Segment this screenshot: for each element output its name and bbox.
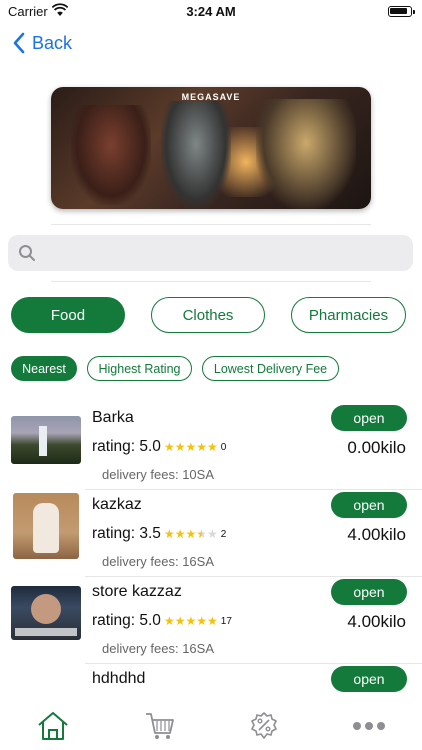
status-bar: Carrier 3:24 AM (0, 0, 422, 24)
rating-stars: ★ ★ ★ ★ ★ (164, 441, 218, 453)
rating-text: rating: 5.0 (92, 438, 161, 455)
sort-nearest[interactable]: Nearest (11, 356, 77, 381)
category-clothes[interactable]: Clothes (151, 297, 265, 333)
open-status-button[interactable]: open (331, 666, 407, 692)
search-icon (19, 245, 35, 261)
delivery-fees: delivery fees: 10SA (102, 467, 215, 482)
home-icon (38, 712, 68, 740)
banner-figure (161, 101, 231, 209)
sort-label: Nearest (22, 361, 66, 376)
open-status-button[interactable]: open (331, 405, 407, 431)
store-thumbnail (11, 586, 81, 640)
star-empty-icon: ★ (207, 527, 218, 541)
star-half-icon: ★ (196, 527, 207, 541)
clock: 3:24 AM (186, 4, 236, 19)
discount-icon (251, 712, 277, 739)
store-thumbnail (11, 416, 81, 464)
tab-home[interactable] (33, 710, 73, 742)
banner-figure (256, 99, 356, 209)
star-icon: ★ (174, 527, 186, 541)
store-distance: 0.00kilo (347, 438, 406, 457)
search-input[interactable] (44, 244, 404, 262)
star-icon: ★ (174, 614, 186, 628)
store-name: hdhdhd (92, 670, 146, 687)
store-rating: rating: 5.0 ★ ★ ★ ★ ★ 17 (92, 612, 232, 630)
store-distance: 4.00kilo (347, 612, 406, 631)
banner-logo: MEGASAVE (181, 92, 241, 102)
store-row[interactable]: kazkaz rating: 3.5 ★ ★ ★ ★ ★ 2 delivery fees… (0, 490, 422, 577)
store-distance: 4.00kilo (347, 525, 406, 544)
divider (51, 281, 371, 282)
star-icon: ★ (185, 527, 197, 541)
store-row[interactable]: store kazzaz rating: 5.0 ★ ★ ★ ★ ★ 17 delive… (0, 577, 422, 664)
star-icon: ★ (185, 614, 197, 628)
tab-bar (0, 700, 422, 750)
delivery-fees: delivery fees: 16SA (102, 554, 215, 569)
rating-text: rating: 3.5 (92, 525, 161, 542)
more-icon (353, 722, 385, 730)
category-food[interactable]: Food (11, 297, 125, 333)
tab-more[interactable] (349, 710, 389, 742)
review-count: 2 (220, 528, 227, 540)
chevron-left-icon (13, 32, 25, 54)
back-button[interactable]: Back (12, 32, 72, 54)
open-status-button[interactable]: open (331, 579, 407, 605)
divider (51, 224, 371, 225)
category-pharmacies[interactable]: Pharmacies (291, 297, 406, 333)
rating-stars: ★ ★ ★ ★ ★ (164, 528, 218, 540)
category-label: Clothes (182, 306, 234, 324)
cart-icon (146, 713, 174, 739)
store-row[interactable]: hdhdhd open (0, 664, 422, 700)
sort-highest-rating[interactable]: Highest Rating (87, 356, 192, 381)
search-bar[interactable] (8, 235, 413, 271)
store-name: store kazzaz (92, 583, 182, 600)
star-icon: ★ (174, 440, 186, 454)
review-count: 0 (220, 441, 227, 453)
star-icon: ★ (196, 440, 207, 454)
review-count: 17 (220, 615, 232, 627)
star-icon: ★ (163, 614, 175, 628)
back-label: Back (32, 32, 73, 53)
sort-lowest-delivery-fee[interactable]: Lowest Delivery Fee (202, 356, 339, 381)
store-thumbnail (13, 493, 79, 559)
tab-cart[interactable] (140, 710, 180, 742)
promo-banner[interactable]: MEGASAVE (51, 87, 371, 209)
sort-label: Highest Rating (98, 361, 181, 376)
star-icon: ★ (207, 614, 218, 628)
category-label: Pharmacies (308, 306, 389, 324)
open-status-button[interactable]: open (331, 492, 407, 518)
store-rating: rating: 5.0 ★ ★ ★ ★ ★ 0 (92, 438, 226, 456)
delivery-fees: delivery fees: 16SA (102, 641, 215, 656)
rating-text: rating: 5.0 (92, 612, 161, 629)
star-icon: ★ (207, 440, 218, 454)
battery-icon (388, 6, 415, 17)
sort-label: Lowest Delivery Fee (213, 361, 328, 376)
store-name: kazkaz (92, 496, 142, 513)
star-icon: ★ (163, 440, 175, 454)
category-label: Food (50, 306, 86, 324)
store-row[interactable]: Barka rating: 5.0 ★ ★ ★ ★ ★ 0 delivery fees:… (0, 403, 422, 490)
star-icon: ★ (196, 614, 207, 628)
star-icon: ★ (185, 440, 197, 454)
store-rating: rating: 3.5 ★ ★ ★ ★ ★ 2 (92, 525, 226, 543)
rating-stars: ★ ★ ★ ★ ★ (164, 615, 218, 627)
star-icon: ★ (163, 527, 175, 541)
store-name: Barka (92, 409, 134, 426)
tab-offers[interactable] (244, 710, 284, 742)
banner-figure (71, 105, 151, 205)
